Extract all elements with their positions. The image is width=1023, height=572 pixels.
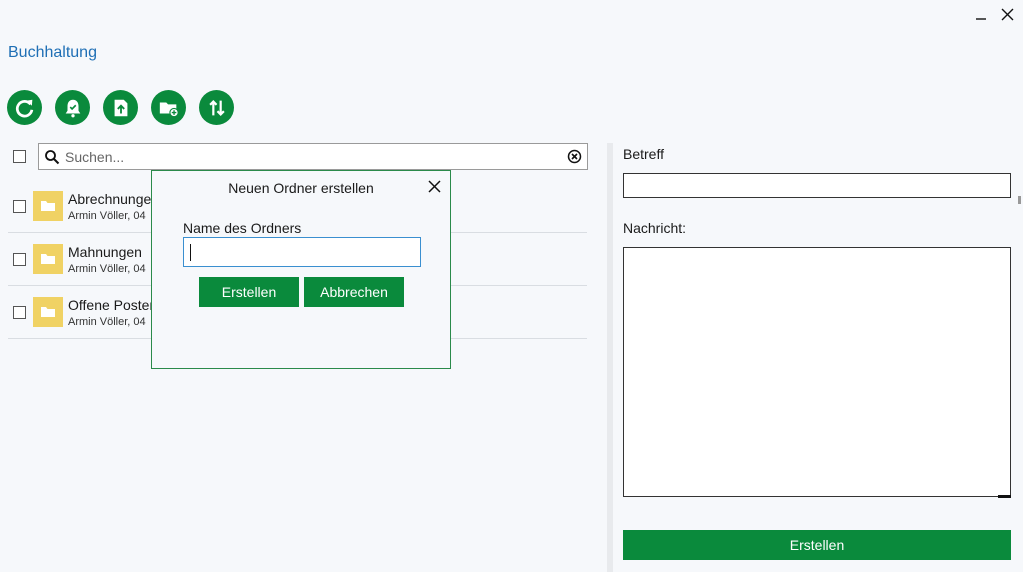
- notification-button[interactable]: [55, 90, 90, 125]
- folder-name: Mahnungen: [68, 243, 142, 260]
- clear-search-icon[interactable]: [561, 149, 587, 164]
- folder-meta: Armin Völler, 04: [68, 315, 146, 328]
- app-title: Buchhaltung: [8, 44, 97, 61]
- textarea-resize-grip[interactable]: [998, 495, 1011, 498]
- dialog-close-icon[interactable]: [426, 178, 442, 194]
- folder-meta: Armin Völler, 04: [68, 262, 146, 275]
- notification-icon: [65, 99, 80, 117]
- refresh-button[interactable]: [7, 90, 42, 125]
- row-checkbox[interactable]: [13, 305, 26, 319]
- folder-icon: [33, 297, 63, 327]
- subject-input[interactable]: [623, 173, 1011, 198]
- folder-name: Abrechnungen: [68, 190, 160, 207]
- close-icon[interactable]: [999, 6, 1015, 22]
- minimize-icon[interactable]: [973, 6, 989, 22]
- dialog-title: Neuen Ordner erstellen: [228, 180, 374, 196]
- dialog-buttons: Erstellen Abbrechen: [199, 277, 404, 307]
- new-folder-icon: [159, 102, 179, 117]
- new-folder-button[interactable]: [151, 90, 186, 125]
- search-icon: [39, 149, 65, 165]
- sort-icon: [208, 99, 225, 116]
- dialog-cancel-button[interactable]: Abbrechen: [304, 277, 404, 307]
- row-checkbox[interactable]: [13, 199, 26, 213]
- folder-meta: Armin Völler, 04: [68, 209, 146, 222]
- subject-label: Betreff: [623, 146, 664, 162]
- sort-button[interactable]: [199, 90, 234, 125]
- text-caret: [190, 244, 191, 261]
- row-checkbox[interactable]: [13, 252, 26, 266]
- window-controls: [973, 6, 1015, 22]
- create-button[interactable]: Erstellen: [623, 530, 1011, 560]
- search-box: [38, 143, 588, 170]
- edge-resize-handle[interactable]: [1018, 196, 1021, 204]
- folder-icon: [33, 191, 63, 221]
- folder-name-input[interactable]: [183, 237, 421, 267]
- folder-name-label: Name des Ordners: [183, 220, 302, 236]
- upload-icon: [114, 99, 127, 116]
- panel-splitter[interactable]: [607, 143, 613, 572]
- upload-button[interactable]: [103, 90, 138, 125]
- folder-icon: [33, 244, 63, 274]
- select-all-checkbox[interactable]: [13, 150, 26, 163]
- search-input[interactable]: [65, 144, 561, 169]
- new-folder-dialog: Neuen Ordner erstellen Name des Ordners …: [151, 170, 451, 369]
- dialog-create-button[interactable]: Erstellen: [199, 277, 299, 307]
- message-textarea[interactable]: [623, 247, 1011, 497]
- message-label: Nachricht:: [623, 220, 687, 236]
- folder-name: Offene Posten: [68, 296, 158, 313]
- refresh-icon: [15, 99, 33, 117]
- toolbar: [7, 90, 234, 125]
